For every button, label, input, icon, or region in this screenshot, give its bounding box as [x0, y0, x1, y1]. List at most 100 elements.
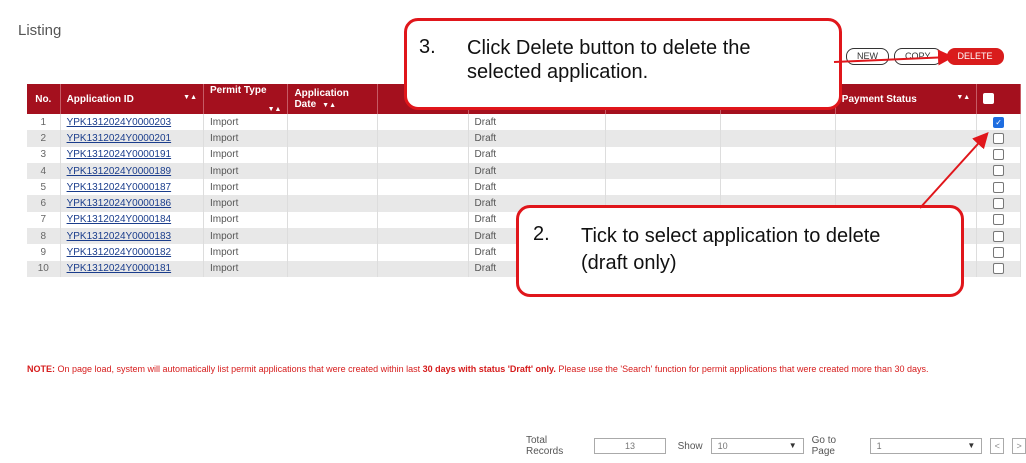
select-cell: [976, 130, 1021, 147]
row-select-checkbox[interactable]: [993, 181, 1005, 193]
column-header-label: Payment Status: [841, 93, 917, 105]
sort-icon[interactable]: ▼▲: [183, 94, 197, 101]
goto-page-select[interactable]: 1 ▼: [869, 438, 983, 454]
empty-cell: [605, 146, 721, 163]
row-number: 5: [27, 179, 61, 196]
chevron-down-icon: ▼: [788, 441, 797, 450]
select-cell: [976, 146, 1021, 163]
application-id-link[interactable]: YPK1312024Y0000181: [67, 263, 172, 274]
goto-page-label: Go to Page: [811, 435, 837, 457]
application-id-link[interactable]: YPK1312024Y0000183: [67, 231, 172, 242]
payment-status-cell: [835, 179, 978, 196]
next-page-button[interactable]: >: [1012, 438, 1026, 454]
application-id-cell: YPK1312024Y0000187: [60, 179, 205, 196]
application-id-cell: YPK1312024Y0000184: [60, 211, 205, 229]
empty-cell: [377, 130, 469, 147]
row-select-checkbox[interactable]: [993, 149, 1005, 161]
callout-step-2: 2. Tick to select application to delete …: [516, 205, 964, 297]
new-button[interactable]: NEW: [846, 48, 889, 65]
empty-cell: [377, 114, 469, 131]
page-title: Listing: [18, 22, 62, 39]
application-id-cell: YPK1312024Y0000203: [60, 114, 205, 131]
application-date-cell: [287, 244, 378, 261]
application-date-cell: [287, 146, 378, 163]
toolbar: NEW COPY DELETE: [846, 48, 1004, 65]
note-part2: Please use the 'Search' function for per…: [555, 364, 929, 374]
empty-cell: [605, 179, 721, 196]
permit-type-cell: Import: [203, 211, 289, 229]
callout-step-3: 3. Click Delete button to delete the sel…: [404, 18, 842, 110]
row-select-checkbox[interactable]: [993, 165, 1005, 177]
delete-button[interactable]: DELETE: [946, 48, 1004, 65]
total-records-label: Total Records: [526, 435, 564, 457]
column-header-application-date[interactable]: Application Date ▼▲: [287, 84, 378, 114]
row-number: 10: [27, 260, 61, 277]
note-bold: 30 days with status 'Draft' only.: [422, 364, 556, 374]
page-size-select[interactable]: 10 ▼: [710, 438, 804, 454]
empty-cell: [377, 146, 469, 163]
application-date-cell: [287, 195, 378, 212]
application-id-link[interactable]: YPK1312024Y0000182: [67, 247, 172, 258]
column-header-permit-type[interactable]: Permit Type ▼▲: [203, 84, 289, 114]
permit-type-cell: Import: [203, 244, 289, 261]
copy-button[interactable]: COPY: [894, 48, 942, 65]
permit-type-cell: Import: [203, 114, 289, 131]
empty-cell: [605, 114, 721, 131]
select-cell: [976, 244, 1021, 261]
application-id-link[interactable]: YPK1312024Y0000201: [67, 133, 172, 144]
application-date-cell: [287, 228, 378, 245]
application-id-cell: YPK1312024Y0000181: [60, 260, 205, 277]
sort-icon[interactable]: ▼▲: [322, 102, 336, 109]
empty-cell: [377, 228, 469, 245]
application-id-link[interactable]: YPK1312024Y0000203: [67, 117, 172, 128]
column-header-no: No.: [27, 84, 61, 114]
application-id-cell: YPK1312024Y0000182: [60, 244, 205, 261]
select-cell: [976, 179, 1021, 196]
column-header-application-id[interactable]: Application ID ▼▲: [60, 84, 205, 114]
row-select-checkbox[interactable]: ✓: [993, 116, 1005, 128]
column-header-payment-status[interactable]: Payment Status ▼▲: [835, 84, 978, 114]
table-row: 2 YPK1312024Y0000201 Import Draft: [27, 130, 1021, 147]
empty-cell: [720, 114, 836, 131]
row-number: 4: [27, 162, 61, 180]
payment-status-cell: [835, 146, 978, 163]
note-prefix: NOTE:: [27, 364, 55, 374]
select-all-checkbox[interactable]: [983, 93, 995, 105]
select-cell: [976, 211, 1021, 229]
empty-cell: [720, 146, 836, 163]
row-number: 2: [27, 130, 61, 147]
application-id-link[interactable]: YPK1312024Y0000191: [67, 149, 172, 160]
prev-page-button[interactable]: <: [990, 438, 1005, 454]
select-all-header[interactable]: [976, 84, 1021, 114]
callout-step-2-text: Tick to select application to delete (dr…: [581, 225, 881, 274]
application-id-link[interactable]: YPK1312024Y0000184: [67, 214, 172, 225]
total-records-value: 13: [594, 438, 666, 454]
sort-icon[interactable]: ▼▲: [268, 106, 282, 113]
application-id-cell: YPK1312024Y0000186: [60, 195, 205, 212]
permit-type-cell: Import: [203, 260, 289, 277]
goto-page-value: 1: [876, 441, 882, 451]
row-select-checkbox[interactable]: [993, 246, 1005, 258]
permit-type-cell: Import: [203, 228, 289, 245]
status-cell: Draft: [468, 146, 606, 163]
row-select-checkbox[interactable]: [993, 132, 1005, 144]
select-cell: [976, 195, 1021, 212]
application-date-cell: [287, 211, 378, 229]
empty-cell: [720, 162, 836, 180]
application-id-link[interactable]: YPK1312024Y0000187: [67, 182, 172, 193]
row-select-checkbox[interactable]: [993, 214, 1005, 226]
row-select-checkbox[interactable]: [993, 198, 1005, 210]
empty-cell: [377, 211, 469, 229]
empty-cell: [377, 244, 469, 261]
table-row: 4 YPK1312024Y0000189 Import Draft: [27, 162, 1021, 180]
row-select-checkbox[interactable]: [993, 230, 1005, 242]
application-date-cell: [287, 179, 378, 196]
application-id-link[interactable]: YPK1312024Y0000186: [67, 198, 172, 209]
application-id-link[interactable]: YPK1312024Y0000189: [67, 166, 172, 177]
row-select-checkbox[interactable]: [993, 263, 1005, 275]
permit-type-cell: Import: [203, 195, 289, 212]
sort-icon[interactable]: ▼▲: [956, 94, 970, 101]
status-cell: Draft: [468, 130, 606, 147]
payment-status-cell: [835, 162, 978, 180]
note-part1: On page load, system will automatically …: [55, 364, 423, 374]
